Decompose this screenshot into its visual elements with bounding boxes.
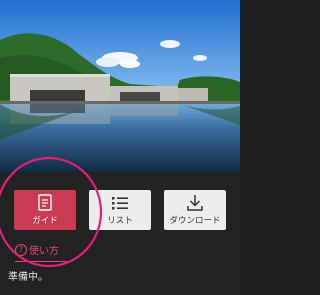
download-icon <box>187 195 203 211</box>
status-text: 準備中。 <box>8 272 48 283</box>
hero-photo <box>0 0 240 172</box>
download-button-label: ダウンロード <box>169 216 221 226</box>
how-to-use-link[interactable]: ? 使い方 <box>15 244 59 259</box>
list-button-label: リスト <box>107 216 133 226</box>
list-button[interactable]: リスト <box>89 190 151 230</box>
guide-button-label: ガイド <box>32 216 58 226</box>
document-icon <box>38 194 52 211</box>
question-circle-icon: ? <box>15 244 27 256</box>
download-button[interactable]: ダウンロード <box>164 190 226 230</box>
how-to-use-underline <box>15 261 67 262</box>
guide-button[interactable]: ガイド <box>14 190 76 230</box>
how-to-use-label: 使い方 <box>29 246 59 257</box>
list-icon <box>112 197 128 210</box>
